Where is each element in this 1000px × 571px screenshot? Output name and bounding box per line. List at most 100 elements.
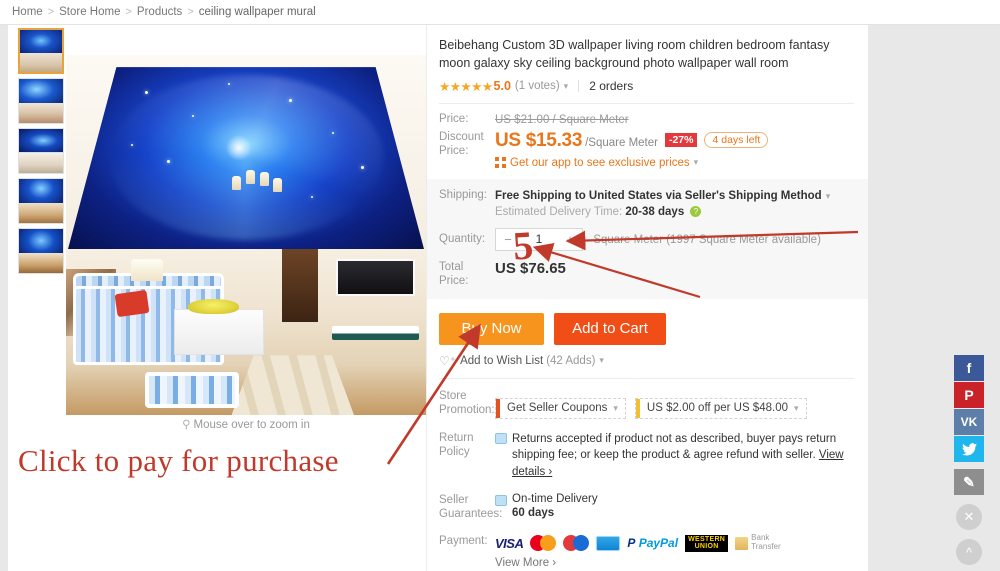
rating-votes: (1 votes) [514,80,560,92]
facebook-icon[interactable]: f [954,355,984,381]
thumbnail-3[interactable] [18,128,64,174]
view-more-link[interactable]: View More › [495,557,854,569]
orders-count[interactable]: 2 orders [589,79,633,93]
wishlist-label: Add to Wish List [460,354,544,367]
question-mark-icon[interactable]: ? [690,206,702,218]
shipping-block: Shipping: Free Shipping to United States… [427,178,868,299]
time-left-badge: 4 days left [704,131,769,148]
unionpay-icon [563,535,590,552]
app-promo-text: Get our app to see exclusive prices [510,156,690,169]
product-info: Beibehang Custom 3D wallpaper living roo… [426,25,868,571]
bank-transfer-icon: Bank Transfer [735,533,781,552]
thumbnail-2[interactable] [18,78,64,124]
thumbnail-5[interactable] [18,228,64,274]
price-unit: /Square Meter [585,136,658,149]
guarantee-title: On-time Delivery [512,492,598,505]
floor-rug [231,355,354,415]
scroll-to-top-icon[interactable]: ^ [956,539,982,565]
add-to-cart-button[interactable]: Add to Cart [554,312,666,345]
thumbnail-ceiling [19,129,63,152]
chevron-down-icon[interactable]: ▾ [599,355,604,366]
delivery-estimate: Estimated Delivery Time: 20-38 days ? [495,206,854,218]
rating-score: 5.0 [493,79,511,93]
galaxy-ceiling [66,67,426,257]
doorway [282,249,318,323]
shipping-label: Shipping: [439,188,487,201]
promo-bar [496,398,500,418]
visa-icon: VISA [495,535,524,551]
thumbnail-ceiling [20,30,62,55]
action-buttons: Buy Now Add to Cart [439,312,854,345]
quantity-stepper[interactable]: − + [495,227,583,251]
payment-label: Payment: [439,535,488,548]
breadcrumb-separator: > [125,6,132,18]
living-room-scene [66,249,426,415]
seller-guarantees-label: Seller Guarantees: [439,493,503,521]
delivery-truck-icon [495,494,507,506]
quantity-label: Quantity: [439,233,486,246]
thumbnail-list [18,28,66,278]
table-lamp [130,259,164,281]
discount-badge: -27% [664,132,698,147]
store-promotion-label: Store Promotion: [439,389,495,417]
return-policy-label: Return Policy [439,431,474,458]
chevron-down-icon: ▾ [613,402,618,413]
quantity-increase-button[interactable]: + [558,232,582,247]
discount-price-label: Discount Price: [439,130,484,158]
total-price-label: Total Price: [439,260,469,288]
thumbnail-1[interactable] [18,28,64,74]
twitter-icon[interactable] [954,436,984,462]
close-icon[interactable]: ✕ [956,504,982,530]
fruit-bowl [188,299,239,314]
promo-discount-offer[interactable]: US $2.00 off per US $48.00 ▾ [634,397,807,419]
paypal-icon: P PayPal [627,536,679,551]
western-union-icon: WESTERN UNION [685,534,729,552]
promo-text: Get Seller Coupons [507,402,608,415]
breadcrumb-store-home[interactable]: Store Home [59,6,120,18]
return-policy-row: Return Policy Returns accepted if produc… [439,431,854,481]
edit-pencil-icon[interactable]: ✎ [954,469,984,495]
divider [439,102,854,104]
zoom-caption: ⚲ Mouse over to zoom in [66,417,426,431]
annotation-quantity-value: 5 [511,222,535,269]
price-label: Price: [439,112,469,125]
thumbnail-room [19,102,63,123]
mastercard-icon [530,535,557,552]
breadcrumb-home[interactable]: Home [12,6,43,18]
thumbnail-room [19,152,63,173]
console-table [332,325,419,341]
add-to-wishlist[interactable]: ♡⁺ Add to Wish List (42 Adds) ▾ [439,354,854,368]
chevron-down-icon[interactable]: ▾ [826,191,831,201]
thumbnail-4[interactable] [18,178,64,224]
discount-price-row: Discount Price: US $15.33/Square Meter -2… [439,130,854,169]
shipping-method: Free Shipping to United States via Selle… [495,189,822,202]
plaid-ottoman [145,371,239,409]
main-product-image[interactable] [66,55,426,415]
app-promo-link[interactable]: Get our app to see exclusive prices ▾ [495,157,854,169]
wishlist-count: (42 Adds) [546,354,596,367]
quantity-availability: Square Meter (1997 Square Meter availabl… [593,233,821,246]
guarantee-text: On-time Delivery 60 days [512,493,598,522]
discount-price-value: US $15.33 [495,129,583,151]
promo-text: US $2.00 off per US $48.00 [646,402,788,415]
vk-icon[interactable]: VK [954,409,984,435]
seller-guarantees-row: Seller Guarantees: On-time Delivery 60 d… [439,493,854,522]
return-policy-body: Returns accepted if product not as descr… [512,432,837,462]
pinterest-icon[interactable]: P [954,382,984,408]
return-box-icon [495,432,507,444]
product-gallery: ⚲ Mouse over to zoom in [8,25,426,431]
breadcrumb-products[interactable]: Products [137,6,182,18]
shipping-row: Shipping: Free Shipping to United States… [439,188,854,218]
coffee-table [174,309,264,356]
chevron-down-icon: ▾ [793,402,799,413]
estimate-label: Estimated Delivery Time: [495,205,623,218]
magnifier-icon: ⚲ [182,419,191,431]
promo-seller-coupons[interactable]: Get Seller Coupons ▾ [495,397,626,419]
buy-now-button[interactable]: Buy Now [439,312,544,345]
annotation-instruction: Click to pay for purchase [18,443,339,478]
guarantee-value: 60 days [512,506,555,519]
return-policy-text: Returns accepted if product not as descr… [512,431,854,481]
product-card: ⚲ Mouse over to zoom in Beibehang Custom … [8,25,868,571]
chevron-down-icon[interactable]: ▾ [564,81,569,92]
thumbnail-room [20,52,62,72]
